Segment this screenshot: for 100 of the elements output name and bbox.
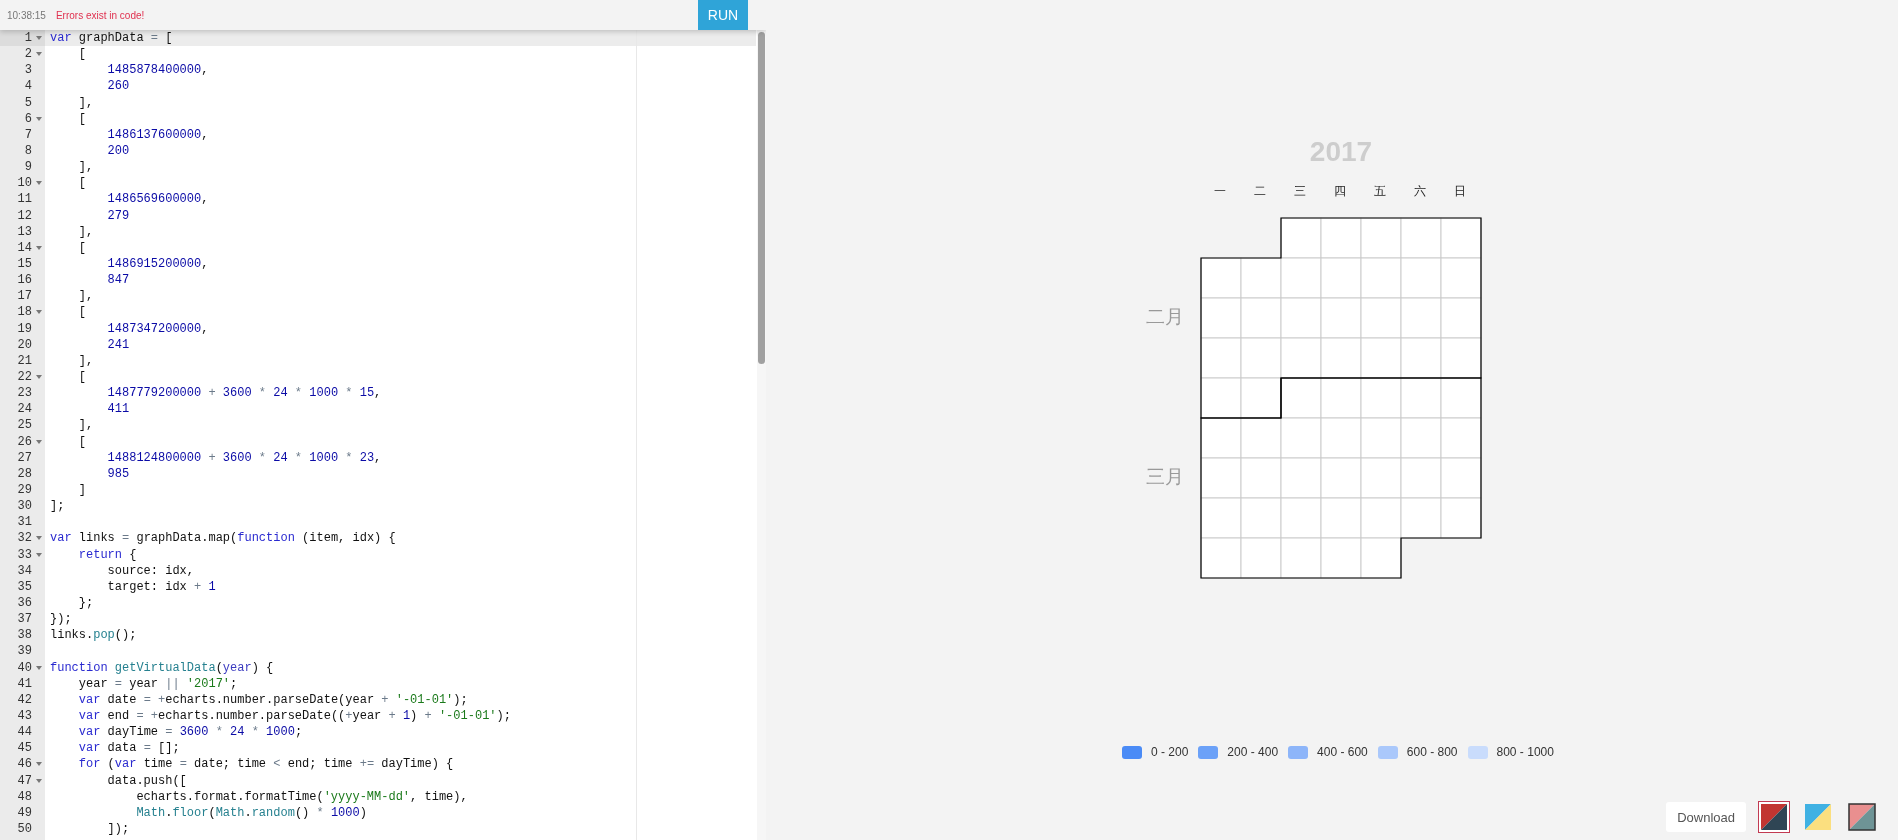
code-line: [ <box>77 175 86 192</box>
weekday-label: 日 <box>1454 183 1466 200</box>
line-number: 1 <box>24 30 32 47</box>
legend-label[interactable]: 800 - 1000 <box>1496 745 1554 759</box>
code-line: var dayTime = 3600 * 24 * 1000; <box>77 724 303 741</box>
code-line: ], <box>77 223 94 240</box>
code-line: }); <box>50 611 72 628</box>
fold-caret-icon[interactable] <box>35 762 42 767</box>
code-line: return { <box>77 546 137 563</box>
code-line: ], <box>77 94 94 111</box>
code-line: 1488124800000 + 3600 * 24 * 1000 * 23, <box>106 449 382 466</box>
line-number: 2 <box>24 46 32 63</box>
fold-caret-icon[interactable] <box>35 375 42 379</box>
line-number: 33 <box>17 546 32 563</box>
code-line: var graphData = [ <box>50 30 173 47</box>
legend-swatch[interactable] <box>1288 745 1309 759</box>
fold-caret-icon[interactable] <box>35 116 42 121</box>
line-number: 45 <box>17 740 32 757</box>
line-number: 35 <box>17 578 32 595</box>
fold-caret-icon[interactable] <box>35 552 42 557</box>
weekday-label: 五 <box>1374 183 1386 200</box>
fold-caret-icon[interactable] <box>35 778 42 783</box>
code-line: year = year || '2017'; <box>77 675 238 692</box>
legend-label[interactable]: 0 - 200 <box>1151 745 1189 759</box>
line-number: 38 <box>17 627 32 644</box>
code-line: 847 <box>106 272 130 289</box>
code-line: echarts.format.formatTime('yyyy-MM-dd', time), <box>135 788 468 805</box>
legend-label[interactable]: 200 - 400 <box>1227 745 1279 759</box>
weekday-label: 一 <box>1214 183 1226 200</box>
error-message: Errors exist in code! <box>55 9 145 21</box>
line-number: 12 <box>17 207 32 224</box>
line-number: 21 <box>17 352 32 369</box>
theme-swatch[interactable] <box>1802 801 1834 833</box>
line-number: 5 <box>24 94 32 111</box>
fold-caret-icon[interactable] <box>35 439 42 444</box>
code-line: [ <box>77 369 86 385</box>
code-line: 1486137600000, <box>106 126 209 143</box>
line-number: 26 <box>17 433 32 450</box>
code-line: ], <box>77 417 94 434</box>
code-line: ]); <box>106 820 130 837</box>
code-line: links.pop(); <box>50 627 137 644</box>
line-number: 16 <box>17 272 32 289</box>
line-number: 6 <box>24 110 32 127</box>
line-number: 47 <box>17 772 32 789</box>
fold-caret-icon[interactable] <box>35 245 42 250</box>
line-number: 22 <box>17 369 32 385</box>
code-line: 260 <box>106 78 130 95</box>
line-number: 15 <box>17 256 32 273</box>
fold-caret-icon[interactable] <box>35 310 42 315</box>
line-number: 9 <box>24 159 32 176</box>
line-number: 27 <box>17 449 32 466</box>
legend-swatch[interactable] <box>1377 745 1398 759</box>
fold-caret-icon[interactable] <box>35 52 42 57</box>
code-line: 985 <box>106 465 130 482</box>
line-number: 30 <box>17 498 32 515</box>
code-line: [ <box>77 46 86 63</box>
code-line: for (var time = date; time < end; time += dayTime) { <box>77 756 454 773</box>
line-number: 36 <box>17 595 32 611</box>
run-time: 10:38:15 <box>7 9 46 21</box>
line-number: 25 <box>17 417 32 434</box>
line-number: 48 <box>17 788 32 805</box>
code-line: 1486569600000, <box>106 191 209 208</box>
code-line: ], <box>77 159 94 176</box>
legend-label[interactable]: 600 - 800 <box>1406 745 1458 759</box>
month-label: 三月 <box>1146 465 1184 489</box>
line-number: 29 <box>17 482 32 498</box>
code-line: function getVirtualData(year) { <box>50 659 274 676</box>
legend-label[interactable]: 400 - 600 <box>1317 745 1368 759</box>
line-number: 46 <box>17 756 32 773</box>
code-line: [ <box>77 304 86 321</box>
code-line: var date = +echarts.number.parseDate(year + '-01-01'); <box>77 691 468 708</box>
fold-caret-icon[interactable] <box>35 181 42 186</box>
legend-swatch[interactable] <box>1198 745 1219 759</box>
line-number: 32 <box>17 530 32 547</box>
line-number: 34 <box>17 562 32 579</box>
fold-caret-icon[interactable] <box>35 36 42 41</box>
scrollbar-thumb[interactable] <box>758 32 765 364</box>
code-line: 411 <box>106 401 130 418</box>
code-line: 1485878400000, <box>106 62 209 79</box>
fold-caret-icon[interactable] <box>35 665 42 670</box>
code-line: [ <box>77 110 86 127</box>
code-line: }; <box>77 595 94 611</box>
legend-swatch[interactable] <box>1122 745 1142 759</box>
weekday-label: 三 <box>1294 183 1306 200</box>
theme-swatch[interactable] <box>1758 801 1790 833</box>
code-line: ] <box>77 482 86 498</box>
line-number: 18 <box>17 304 32 321</box>
line-number: 14 <box>17 239 32 256</box>
month-label: 二月 <box>1146 305 1184 329</box>
code-line: target: idx + 1 <box>106 578 216 595</box>
download-button[interactable]: Download <box>1666 802 1746 832</box>
theme-swatch[interactable] <box>1846 801 1878 833</box>
code-line: 200 <box>106 143 130 160</box>
code-line: 1487347200000, <box>106 320 209 337</box>
line-number: 41 <box>17 675 32 692</box>
legend-swatch[interactable] <box>1467 745 1488 759</box>
code-line: 241 <box>106 336 130 353</box>
fold-caret-icon[interactable] <box>35 536 42 541</box>
line-number: 43 <box>17 707 32 724</box>
code-line: 1487779200000 + 3600 * 24 * 1000 * 15, <box>106 385 382 402</box>
